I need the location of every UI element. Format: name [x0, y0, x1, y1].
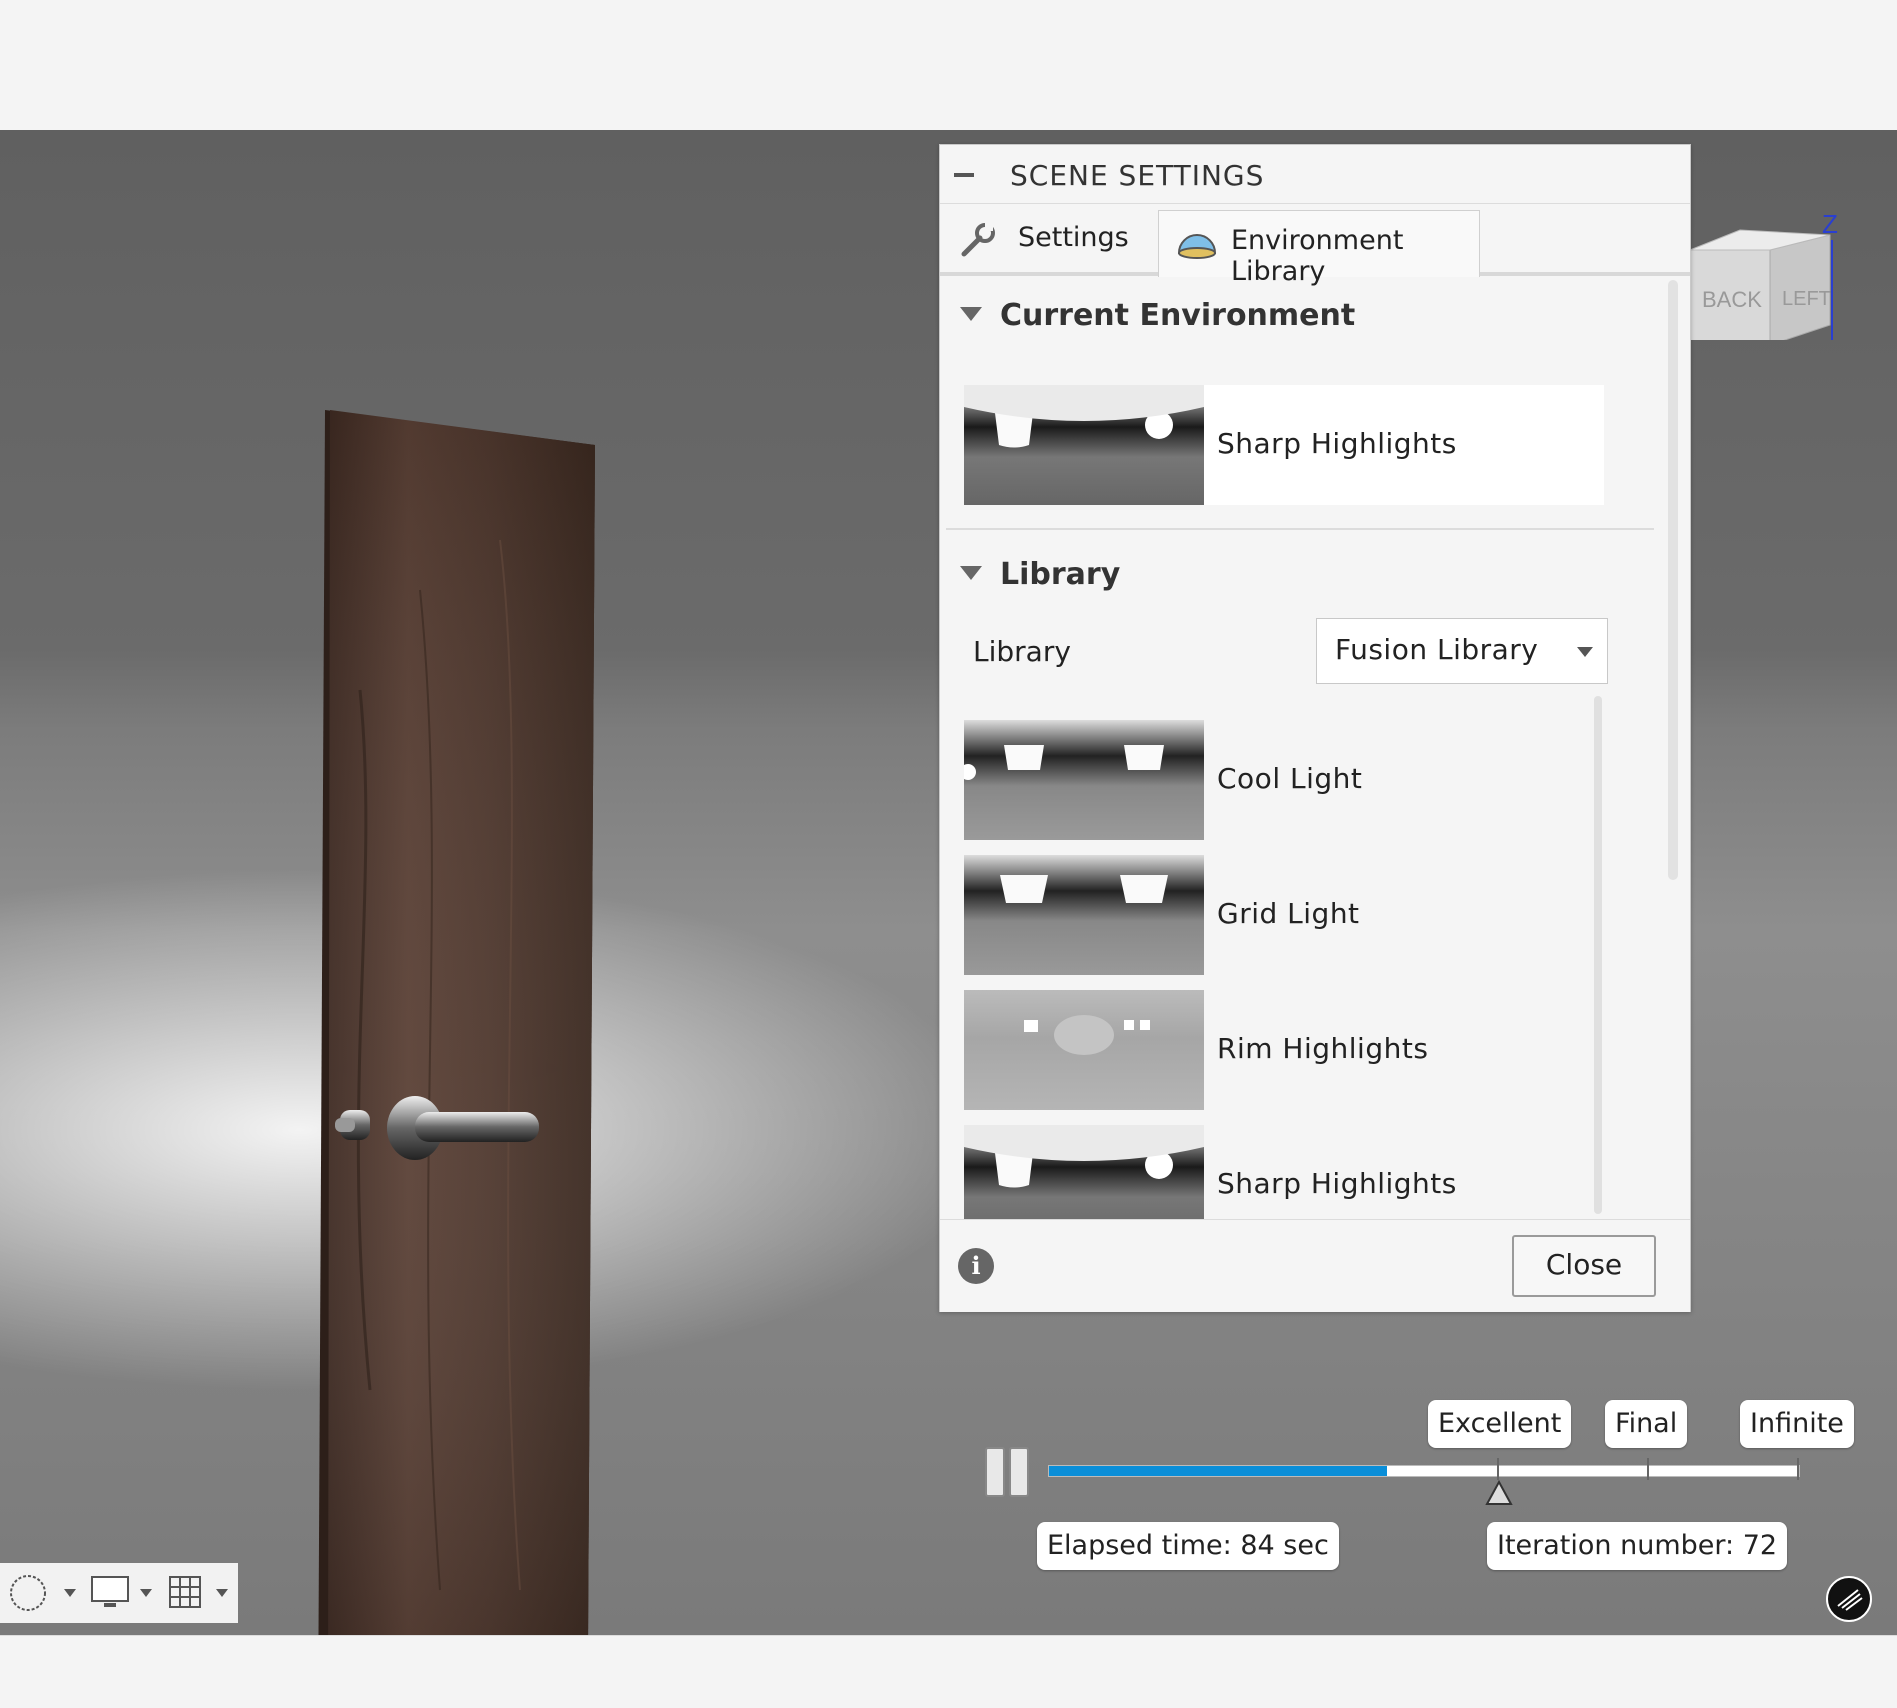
environment-thumbnail: [964, 385, 1204, 505]
chevron-down-icon: [1577, 647, 1593, 657]
environment-thumbnail: [964, 1125, 1204, 1219]
library-section-title: Library: [1000, 557, 1121, 592]
tab-environment-library[interactable]: Environment Library: [1158, 210, 1480, 287]
library-item-name: Grid Light: [1217, 897, 1360, 930]
selection-tool-icon[interactable]: [6, 1571, 76, 1615]
library-item[interactable]: Cool Light: [964, 720, 1604, 840]
tab-environment-library-label: Environment Library: [1231, 225, 1404, 287]
iteration-number-label: Iteration number: 72: [1487, 1522, 1788, 1570]
library-item[interactable]: Rim Highlights: [964, 990, 1604, 1110]
view-cube[interactable]: BACK LEFT Z: [1680, 170, 1870, 340]
pause-button[interactable]: [985, 1447, 1029, 1497]
quality-label-infinite[interactable]: Infinite: [1740, 1400, 1854, 1448]
library-label: Library: [973, 635, 1071, 668]
pause-bar-icon: [1009, 1447, 1029, 1497]
environment-thumbnail: [964, 855, 1204, 975]
library-item[interactable]: Sharp Highlights: [964, 1125, 1604, 1219]
axis-z-label: Z: [1822, 209, 1838, 239]
panel-footer: i Close: [940, 1219, 1690, 1312]
panel-header: SCENE SETTINGS: [940, 145, 1690, 204]
viewcube-back-label: BACK: [1702, 287, 1762, 312]
render-progress-fill: [1049, 1466, 1387, 1476]
collapse-triangle-icon: [960, 306, 982, 321]
environment-dome-icon: [1177, 234, 1217, 259]
quality-tick-final: [1647, 1458, 1649, 1480]
current-environment-item[interactable]: Sharp Highlights: [964, 385, 1604, 505]
tab-settings[interactable]: Settings: [958, 208, 1158, 272]
scene-settings-panel: SCENE SETTINGS Settings Environment Libr…: [939, 144, 1691, 1312]
library-item[interactable]: Grid Light: [964, 855, 1604, 975]
quality-tick-infinite: [1797, 1458, 1799, 1480]
current-environment-title: Current Environment: [1000, 298, 1356, 333]
library-dropdown-value: Fusion Library: [1335, 633, 1539, 666]
close-button[interactable]: Close: [1512, 1235, 1656, 1297]
pause-bar-icon: [985, 1447, 1005, 1497]
tab-bar: Settings Environment Library: [940, 204, 1690, 287]
viewcube-left-label: LEFT: [1782, 288, 1831, 310]
viewport-mini-toolbar: [0, 1563, 238, 1623]
quality-label-excellent[interactable]: Excellent: [1428, 1400, 1572, 1448]
top-toolbar-area: [0, 0, 1897, 130]
quality-marker-icon[interactable]: [1485, 1480, 1513, 1506]
panel-scrollbar[interactable]: [1668, 280, 1678, 880]
info-icon[interactable]: i: [958, 1248, 994, 1284]
library-item-name: Cool Light: [1217, 762, 1363, 795]
library-header[interactable]: Library: [960, 557, 1120, 592]
environment-thumbnail: [964, 990, 1204, 1110]
display-settings-icon[interactable]: [88, 1571, 158, 1615]
current-environment-name: Sharp Highlights: [1217, 427, 1457, 460]
render-mode-icon[interactable]: [1826, 1576, 1872, 1622]
collapse-icon[interactable]: [954, 173, 974, 177]
section-divider: [946, 528, 1654, 530]
bottom-status-bar: [0, 1635, 1897, 1708]
panel-title: SCENE SETTINGS: [1010, 159, 1265, 192]
library-dropdown[interactable]: Fusion Library: [1316, 618, 1608, 684]
tab-settings-label: Settings: [1018, 222, 1129, 253]
quality-tick-excellent: [1497, 1458, 1499, 1480]
render-progress-bar[interactable]: [1048, 1465, 1800, 1477]
quality-label-final[interactable]: Final: [1605, 1400, 1688, 1448]
environment-thumbnail: [964, 720, 1204, 840]
current-environment-header[interactable]: Current Environment: [960, 298, 1355, 333]
library-item-name: Sharp Highlights: [1217, 1167, 1457, 1200]
collapse-triangle-icon: [960, 565, 982, 580]
grid-icon[interactable]: [166, 1571, 236, 1615]
elapsed-time-label: Elapsed time: 84 sec: [1037, 1522, 1339, 1570]
library-item-name: Rim Highlights: [1217, 1032, 1429, 1065]
wrench-icon: [961, 223, 995, 257]
door-model[interactable]: [300, 290, 600, 1635]
